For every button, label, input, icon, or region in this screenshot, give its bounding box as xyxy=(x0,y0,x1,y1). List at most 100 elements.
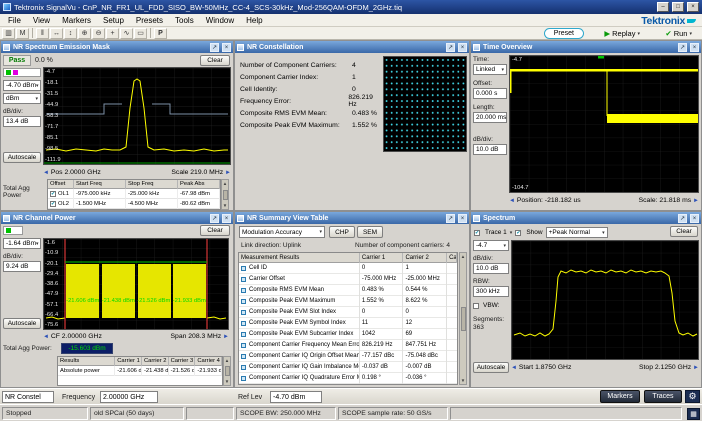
start-freq-readout[interactable]: Start 1.8750 GHz xyxy=(519,364,572,371)
menu-item[interactable]: View xyxy=(27,14,56,27)
arrows-v-icon[interactable]: ↕ xyxy=(64,28,77,39)
dbdiv-field[interactable]: 9.24 dB xyxy=(3,261,41,272)
dbdiv-field[interactable]: 10.0 dB xyxy=(473,263,509,274)
length-field[interactable]: 20.000 ms xyxy=(473,112,507,123)
table-row[interactable]: Component Carrier Frequency Mean Error 8… xyxy=(239,340,457,351)
detector-dropdown[interactable]: +Peak Normal▾ xyxy=(546,227,608,238)
close-icon[interactable]: × xyxy=(690,43,699,52)
scroll-down-icon[interactable]: ▼ xyxy=(223,203,227,208)
trace-checkbox[interactable]: ✔ xyxy=(474,230,480,236)
undock-icon[interactable]: ↗ xyxy=(210,214,219,223)
autoscale-button[interactable]: Autoscale xyxy=(473,362,509,373)
table-row[interactable]: Composite Peak EVM Symbol Index 11 12 xyxy=(239,318,457,329)
undock-icon[interactable]: ↗ xyxy=(678,214,687,223)
scroll-down-icon[interactable]: ▼ xyxy=(461,378,465,383)
undock-icon[interactable]: ↗ xyxy=(678,43,687,52)
open-icon[interactable]: ▥ xyxy=(2,28,15,39)
table-row[interactable]: Cell ID 0 1 xyxy=(239,263,457,274)
table-row[interactable]: ✔OL2 -1.500 MHz -4.500 MHz -80.62 dBm xyxy=(48,199,220,209)
unit-dropdown[interactable]: dBm▾ xyxy=(3,93,41,104)
offset-field[interactable]: 0.000 s xyxy=(473,88,507,99)
sem-table-scrollbar[interactable]: ▲ ▼ xyxy=(221,179,229,210)
constellation-plot[interactable] xyxy=(383,56,467,152)
undock-icon[interactable]: ↗ xyxy=(210,43,219,52)
channel-power-titlebar[interactable]: NR Channel Power ↗ × xyxy=(1,212,233,224)
menu-item[interactable]: Tools xyxy=(169,14,200,27)
stop-freq-readout[interactable]: Stop 2.1250 GHz xyxy=(639,364,691,371)
chp-results-table[interactable]: Results Carrier 1 Carrier 2 Carrier 3 Ca… xyxy=(57,356,223,386)
table-row[interactable]: Composite Peak EVM Slot Index 0 0 xyxy=(239,307,457,318)
chp-table-scrollbar[interactable]: ▲ ▼ xyxy=(223,356,231,386)
scale-readout[interactable]: Scale: 21.818 ms xyxy=(639,197,692,204)
close-icon[interactable]: × xyxy=(690,214,699,223)
layout-icon[interactable]: ▦ xyxy=(687,408,700,420)
summary-table[interactable]: Measurement Results Carrier 1 Carrier 2 … xyxy=(238,252,458,385)
menu-item[interactable]: Presets xyxy=(130,14,169,27)
close-icon[interactable]: × xyxy=(222,43,231,52)
menu-item[interactable]: Help xyxy=(240,14,268,27)
right-arrow-icon[interactable]: ► xyxy=(223,334,229,340)
sem-offsets-table[interactable]: Offset Start Freq Stop Freq Peak Abs ✔OL… xyxy=(47,179,221,210)
scroll-up-icon[interactable]: ▲ xyxy=(225,358,229,363)
pos-readout[interactable]: Pos 2.0000 GHz xyxy=(51,169,101,176)
table-row[interactable]: ✔OL1 -975.000 kHz -25.000 kHz -67.98 dBm xyxy=(48,189,220,199)
sem-titlebar[interactable]: NR Spectrum Emission Mask ↗ × xyxy=(1,41,233,53)
ref-level-dropdown[interactable]: -4.70 dBm▾ xyxy=(3,80,41,91)
scroll-down-icon[interactable]: ▼ xyxy=(225,379,229,384)
rbw-field[interactable]: 300 kHz xyxy=(473,286,509,297)
time-overview-titlebar[interactable]: Time Overview ↗ × xyxy=(471,41,701,53)
measurement-mode-dropdown[interactable]: Modulation Accuracy▾ xyxy=(239,226,325,238)
ref-level-field[interactable]: -4.7▾ xyxy=(473,240,509,251)
gear-icon[interactable]: ⚙ xyxy=(685,390,700,403)
window-titlebar[interactable]: Tektronix SignalVu - CnP_NR_FR1_UL_FDD_S… xyxy=(0,0,702,14)
preset-p-icon[interactable]: P xyxy=(154,28,167,39)
app-mode-box[interactable]: NR Constel xyxy=(2,391,54,403)
table-row[interactable]: Component Carrier IQ Quadrature Error Me… xyxy=(239,373,457,384)
crosshair-icon[interactable]: + xyxy=(106,28,119,39)
arrows-h-icon[interactable]: ↔ xyxy=(50,28,63,39)
spectrum-plot[interactable] xyxy=(511,240,699,360)
time-mode-dropdown[interactable]: Linked▾ xyxy=(473,64,507,75)
ref-level-field[interactable]: -4.70 dBm xyxy=(270,391,322,403)
vbw-checkbox[interactable] xyxy=(473,303,479,309)
left-arrow-icon[interactable]: ◄ xyxy=(43,170,49,176)
show-checkbox[interactable]: ✔ xyxy=(515,230,521,236)
left-arrow-icon[interactable]: ◄ xyxy=(43,334,49,340)
summary-scrollbar[interactable]: ▲ ▼ xyxy=(459,252,467,385)
table-row[interactable]: Absolute power -21.606 dBm -21.438 dBm -… xyxy=(58,366,222,376)
table-row[interactable]: Composite Peak EVM Maximum 1.552 % 8.622… xyxy=(239,296,457,307)
undock-icon[interactable]: ↗ xyxy=(446,214,455,223)
time-overview-plot[interactable]: -4.7 -104.7 xyxy=(509,55,699,193)
row-checkbox[interactable]: ✔ xyxy=(50,201,56,207)
menu-item[interactable]: Setup xyxy=(97,14,130,27)
autoscale-button[interactable]: Autoscale xyxy=(3,318,41,329)
scale-readout[interactable]: Scale 219.0 MHz xyxy=(171,169,223,176)
row-checkbox[interactable]: ✔ xyxy=(50,191,56,197)
sem-plot[interactable]: -4.7-18.1-31.5-44.9-58.3-71.7-85.1-98.5-… xyxy=(43,67,231,165)
maximize-icon[interactable]: □ xyxy=(672,2,684,12)
close-icon[interactable]: × xyxy=(458,43,467,52)
scroll-thumb[interactable] xyxy=(223,190,228,200)
markers-button[interactable]: Markers xyxy=(600,390,640,403)
frequency-field[interactable]: 2.00000 GHz xyxy=(100,391,158,403)
left-arrow-icon[interactable]: ◄ xyxy=(511,365,517,371)
marker-icon[interactable]: M xyxy=(16,28,29,39)
clear-button[interactable]: Clear xyxy=(200,225,230,236)
menu-item[interactable]: File xyxy=(2,14,27,27)
scroll-thumb[interactable] xyxy=(461,307,466,331)
sem-toggle-button[interactable]: SEM xyxy=(357,226,383,238)
table-row[interactable]: Composite Peak EVM Subcarrier Index 1042… xyxy=(239,329,457,340)
close-icon[interactable]: × xyxy=(687,2,699,12)
scroll-up-icon[interactable]: ▲ xyxy=(461,254,465,259)
table-row[interactable]: Carrier Offset -75.000 MHz -25.000 MHz xyxy=(239,274,457,285)
menu-item[interactable]: Markers xyxy=(56,14,97,27)
box-icon[interactable]: ▭ xyxy=(134,28,147,39)
autoscale-button[interactable]: Autoscale xyxy=(3,152,41,163)
channel-power-plot[interactable]: -1.6-10.9-20.1-29.4-38.6-47.9-57.1-66.4-… xyxy=(43,238,229,330)
pause-icon[interactable]: ‖ xyxy=(36,28,49,39)
chevron-down-icon[interactable]: ▾ xyxy=(637,31,640,37)
chevron-down-icon[interactable]: ▾ xyxy=(689,31,692,37)
waveform-icon[interactable]: ∿ xyxy=(120,28,133,39)
scroll-thumb[interactable] xyxy=(225,366,230,376)
spectrum-titlebar[interactable]: Spectrum ↗ × xyxy=(471,212,701,224)
